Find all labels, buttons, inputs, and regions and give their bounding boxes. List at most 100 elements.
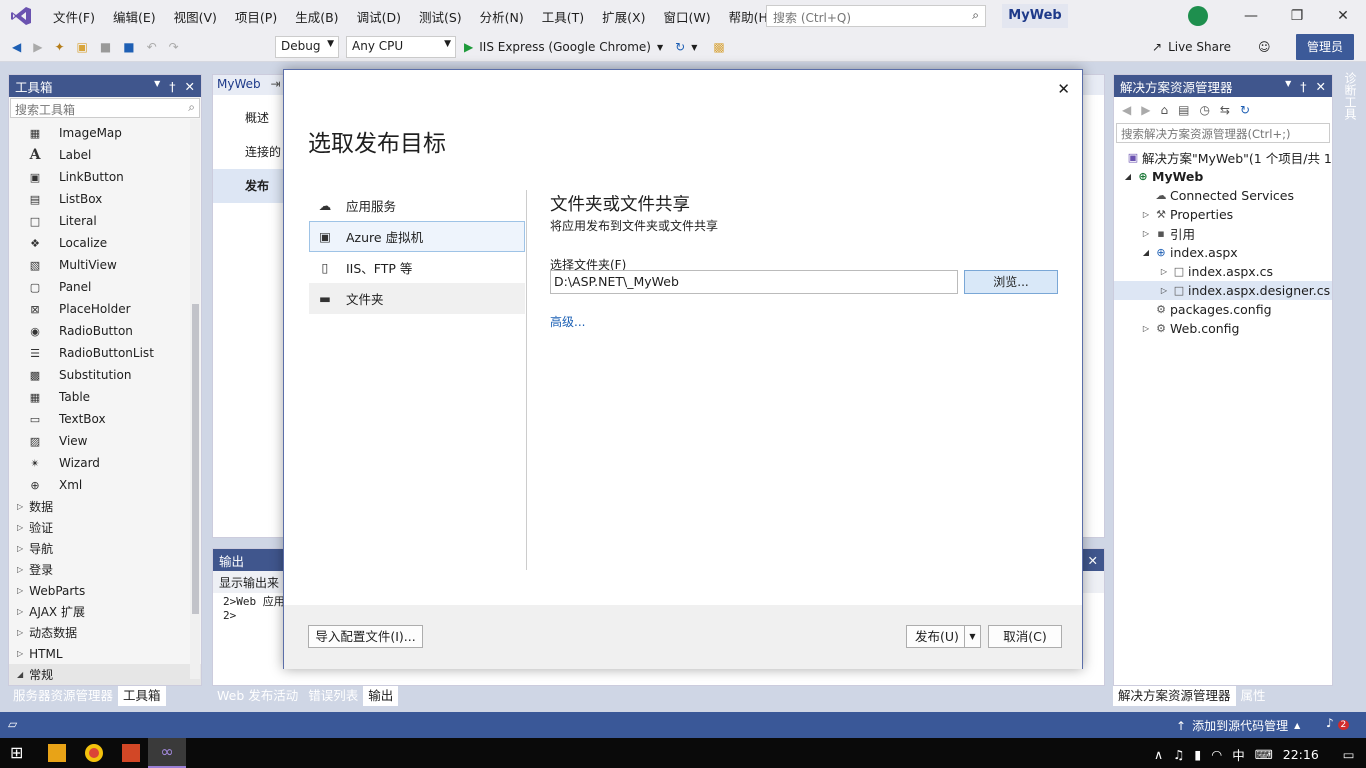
history-icon[interactable]: ◷: [1199, 103, 1209, 117]
menu-view[interactable]: 视图(V): [165, 7, 226, 26]
undo-icon[interactable]: ↶: [147, 40, 157, 54]
tree-node[interactable]: ▷ □ index.aspx.designer.cs: [1114, 281, 1332, 300]
tool-item[interactable]: ❖ Localize: [9, 232, 201, 254]
sync-icon[interactable]: ⇆: [1220, 103, 1230, 117]
minimize-icon[interactable]: —: [1228, 0, 1274, 32]
toolbox-group[interactable]: ▷ HTML: [9, 643, 201, 664]
tool-item[interactable]: ☰ RadioButtonList: [9, 342, 201, 364]
publish-button[interactable]: 发布(U) ▼: [906, 625, 981, 648]
chevron-up-icon[interactable]: ∧: [1154, 747, 1163, 762]
toolbox-group[interactable]: ▷ 导航: [9, 538, 201, 559]
advanced-link[interactable]: 高级...: [550, 313, 585, 330]
tool-item[interactable]: ▩ Substitution: [9, 364, 201, 386]
tool-item[interactable]: A Label: [9, 144, 201, 166]
dropdown-icon[interactable]: ▼: [154, 79, 160, 94]
save-icon[interactable]: ■: [100, 40, 111, 54]
menu-file[interactable]: 文件(F): [44, 7, 104, 26]
menu-test[interactable]: 测试(S): [410, 7, 471, 26]
dropdown-icon[interactable]: ▼: [1285, 79, 1291, 94]
close-dialog-icon[interactable]: ✕: [1057, 80, 1070, 98]
tree-node[interactable]: ▷ ⚒ Properties: [1114, 205, 1332, 224]
tool-item[interactable]: ⊕ Xml: [9, 474, 201, 496]
ime-mode-icon[interactable]: ⌨: [1255, 747, 1273, 762]
admin-badge[interactable]: 管理员: [1296, 34, 1354, 60]
tool-item[interactable]: ▤ ListBox: [9, 188, 201, 210]
tool-item[interactable]: ▦ ImageMap: [9, 122, 201, 144]
tree-project[interactable]: ◢ ⊕ MyWeb: [1114, 167, 1332, 186]
live-share-button[interactable]: ↗ Live Share: [1152, 35, 1231, 59]
battery-icon[interactable]: ▮: [1194, 747, 1201, 762]
tree-node[interactable]: ◢ ⊕ index.aspx: [1114, 243, 1332, 262]
volume-icon[interactable]: ♫: [1173, 747, 1184, 762]
refresh-icon[interactable]: ↻: [675, 40, 685, 54]
solution-search-input[interactable]: 搜索解决方案资源管理器(Ctrl+;): [1116, 123, 1330, 143]
pin-icon[interactable]: †: [1300, 79, 1306, 94]
tree-node[interactable]: ⚙ packages.config: [1114, 300, 1332, 319]
refresh-icon[interactable]: ↻: [1240, 103, 1250, 117]
toolbox-group[interactable]: ▷ 验证: [9, 517, 201, 538]
feedback-icon[interactable]: ☺: [1258, 35, 1271, 59]
toolbox-group[interactable]: ◢ 常规: [9, 664, 201, 685]
menu-edit[interactable]: 编辑(E): [104, 7, 165, 26]
redo-icon[interactable]: ↷: [169, 40, 179, 54]
menu-tools[interactable]: 工具(T): [533, 7, 593, 26]
toolbox-scrollbar[interactable]: [190, 119, 200, 679]
menu-extensions[interactable]: 扩展(X): [593, 7, 654, 26]
chevron-down-icon[interactable]: ▼: [691, 43, 697, 52]
tree-solution[interactable]: ▣ 解决方案"MyWeb"(1 个项目/共 1: [1114, 148, 1332, 167]
tool-item[interactable]: □ Literal: [9, 210, 201, 232]
expand-icon[interactable]: ▷: [1158, 286, 1170, 295]
tree-node[interactable]: ▷ □ index.aspx.cs: [1114, 262, 1332, 281]
tool-item[interactable]: ▣ LinkButton: [9, 166, 201, 188]
folder-path-input[interactable]: D:\ASP.NET\_MyWeb: [550, 270, 958, 294]
tab-toolbox[interactable]: 工具箱: [118, 686, 166, 706]
configuration-select[interactable]: Debug ▼: [275, 36, 339, 58]
browser-link-icon[interactable]: ▩: [713, 40, 724, 54]
tab-solution-explorer[interactable]: 解决方案资源管理器: [1113, 686, 1236, 706]
tree-node[interactable]: ▷ ⚙ Web.config: [1114, 319, 1332, 338]
menu-debug[interactable]: 调试(D): [348, 7, 410, 26]
source-control-button[interactable]: ↑ 添加到源代码管理 ▲: [1176, 717, 1300, 734]
close-icon[interactable]: ✕: [185, 79, 195, 94]
powerpoint-icon[interactable]: [122, 744, 140, 762]
target-iis-ftp[interactable]: ▯ IIS、FTP 等: [309, 252, 525, 283]
wifi-icon[interactable]: ◠: [1211, 747, 1222, 762]
toolbox-group[interactable]: ▷ 数据: [9, 496, 201, 517]
visual-studio-taskbar-icon[interactable]: ∞: [148, 738, 186, 768]
target-app-service[interactable]: ☁ 应用服务: [309, 190, 525, 221]
scrollbar-thumb[interactable]: [192, 304, 199, 614]
menu-window[interactable]: 窗口(W): [654, 7, 719, 26]
account-avatar[interactable]: [1188, 6, 1208, 26]
tab-error-list[interactable]: 错误列表: [303, 686, 363, 706]
toolbox-group[interactable]: ▷ 登录: [9, 559, 201, 580]
target-azure-vm[interactable]: ▣ Azure 虚拟机: [309, 221, 525, 252]
notifications-button[interactable]: ♪ 2: [1326, 716, 1350, 730]
menu-build[interactable]: 生成(B): [286, 7, 347, 26]
tree-node[interactable]: ☁ Connected Services: [1114, 186, 1332, 205]
open-folder-icon[interactable]: ▣: [77, 40, 88, 54]
forward-icon[interactable]: ▶: [1141, 103, 1150, 117]
save-all-icon[interactable]: ■: [123, 40, 134, 54]
windows-start-icon[interactable]: ⊞: [10, 743, 23, 762]
tool-item[interactable]: ▧ MultiView: [9, 254, 201, 276]
chevron-down-icon[interactable]: ▼: [964, 626, 980, 647]
chrome-icon[interactable]: [85, 744, 103, 762]
tab-server-explorer[interactable]: 服务器资源管理器: [8, 686, 118, 706]
toolbox-group[interactable]: ▷ AJAX 扩展: [9, 601, 201, 622]
back-icon[interactable]: ◀: [1122, 103, 1131, 117]
toolbox-group[interactable]: ▷ 动态数据: [9, 622, 201, 643]
tool-item[interactable]: ▢ Panel: [9, 276, 201, 298]
browse-button[interactable]: 浏览...: [964, 270, 1058, 294]
close-window-icon[interactable]: ✕: [1320, 0, 1366, 32]
menu-project[interactable]: 项目(P): [226, 7, 286, 26]
diagnostic-tools-side-tab[interactable]: 诊断工具: [1339, 72, 1359, 152]
tab-properties[interactable]: 属性: [1236, 686, 1271, 706]
tab-web-publish[interactable]: Web 发布活动: [212, 686, 303, 706]
restore-icon[interactable]: ❐: [1274, 0, 1320, 32]
switch-views-icon[interactable]: ▤: [1178, 103, 1189, 117]
close-icon[interactable]: ✕: [1088, 553, 1098, 568]
expand-icon[interactable]: ▷: [1158, 267, 1170, 276]
clock[interactable]: 22:16: [1283, 747, 1319, 762]
new-project-icon[interactable]: ✦: [54, 40, 64, 54]
tab-output[interactable]: 输出: [363, 686, 399, 706]
